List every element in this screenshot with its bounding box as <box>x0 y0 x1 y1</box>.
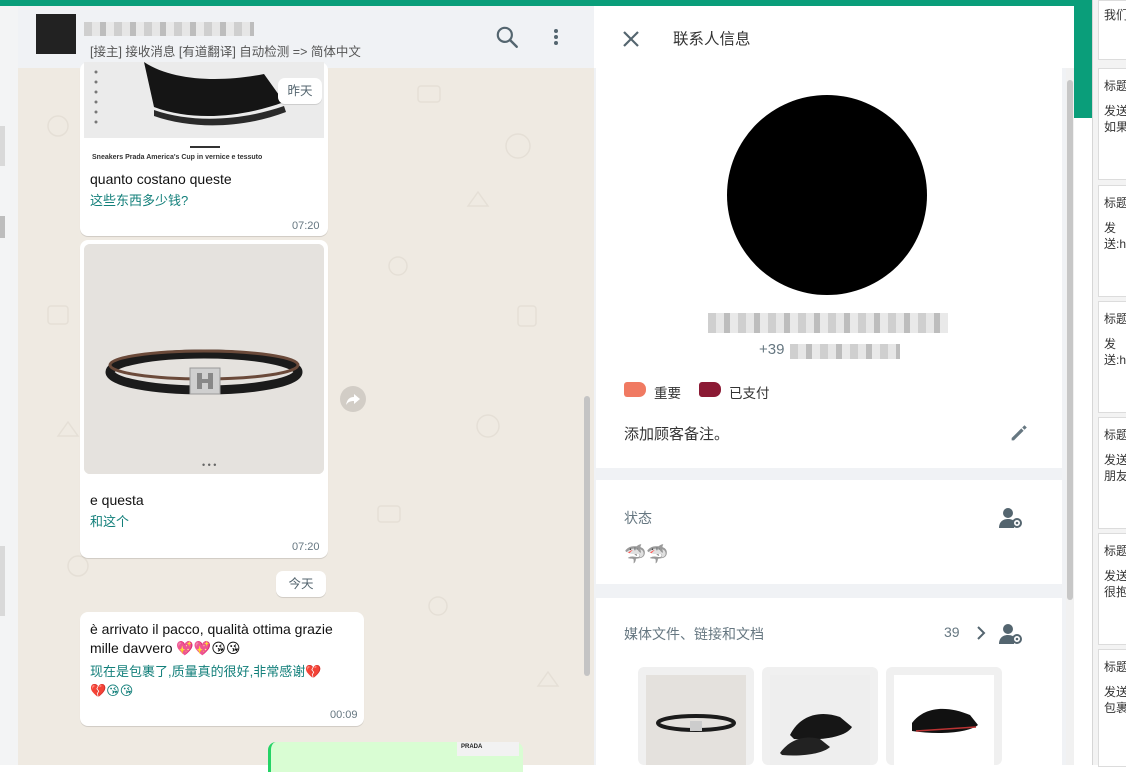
message-text-line2: mille davvero 💖💖😘😘 <box>90 640 241 656</box>
app-left-strip <box>0 6 19 765</box>
tag-paid-label[interactable]: 已支付 <box>729 382 770 402</box>
product-caption-strip: Sneakers Prada America's Cup in vernice … <box>84 138 324 164</box>
profile-phone-prefix: +39 <box>759 341 785 358</box>
left-strip-marker <box>0 546 5 616</box>
top-accent-bar <box>0 0 1092 6</box>
media-label[interactable]: 媒体文件、链接和文档 <box>624 624 764 644</box>
quick-reply-line: 朋友 <box>1104 469 1126 483</box>
status-card <box>596 480 1062 584</box>
message-bubble[interactable]: 昨天 Sneakers Prada America's Cup in verni… <box>80 62 328 236</box>
message-text: quanto costano queste <box>90 171 232 187</box>
contact-info-title: 联系人信息 <box>673 31 751 48</box>
pencil-icon[interactable] <box>1008 422 1030 444</box>
quick-reply-line: 发送 <box>1104 569 1126 583</box>
caption-divider <box>190 146 220 148</box>
chat-subtitle: [接主] 接收消息 [有道翻译] 自动检测 => 简体中文 <box>90 45 361 59</box>
date-chip-yesterday: 昨天 <box>278 78 322 104</box>
quick-reply-card[interactable]: 标题 发送 很抱 <box>1098 533 1126 645</box>
left-strip-marker <box>0 216 5 238</box>
quick-reply-line: 发 <box>1104 337 1117 351</box>
quick-reply-title: 标题 <box>1104 660 1126 674</box>
message-bubble[interactable]: è arrivato il pacco, qualità ottima graz… <box>80 612 364 726</box>
message-bubble[interactable]: • • • e questa 和这个 07:20 <box>80 240 328 558</box>
message-translation: 和这个 <box>90 514 130 529</box>
media-count[interactable]: 39 <box>944 624 960 640</box>
quick-reply-text: 我们 <box>1104 8 1126 22</box>
outgoing-message-bubble[interactable]: PRADA <box>268 742 523 772</box>
quick-reply-card[interactable]: 我们 <box>1098 0 1126 60</box>
quick-reply-line: 很抱 <box>1104 585 1126 599</box>
quick-reply-line: 送:h <box>1104 237 1126 251</box>
quick-reply-card[interactable]: 标题 发送 如果 <box>1098 68 1126 180</box>
tag-important-icon[interactable] <box>624 382 646 397</box>
message-time: 07:20 <box>292 220 320 232</box>
profile-avatar[interactable] <box>727 95 927 295</box>
info-scrollbar-thumb[interactable] <box>1067 80 1073 600</box>
message-time: 07:20 <box>292 541 320 553</box>
outgoing-image-thumb: PRADA <box>457 742 519 756</box>
quick-reply-title: 标题 <box>1104 544 1126 558</box>
more-vert-icon[interactable] <box>546 24 566 50</box>
quick-reply-line: 发 <box>1104 221 1117 235</box>
quick-reply-line: 如果 <box>1104 120 1126 134</box>
media-thumbnail-belt[interactable] <box>638 667 754 765</box>
media-thumbnail-sneaker-black[interactable] <box>886 667 1002 765</box>
message-translation: 这些东西多少钱? <box>90 193 189 208</box>
search-icon[interactable] <box>494 24 520 50</box>
status-label: 状态 <box>624 510 652 526</box>
chat-avatar[interactable] <box>36 14 76 54</box>
outgoing-image-label: PRADA <box>461 744 483 750</box>
forward-icon[interactable] <box>340 386 366 412</box>
quick-reply-line: 发送 <box>1104 453 1126 467</box>
tag-important-label[interactable]: 重要 <box>654 382 681 402</box>
message-image-belt[interactable]: • • • <box>84 244 324 474</box>
quick-reply-title: 标题 <box>1104 428 1126 442</box>
profile-phone-blurred <box>790 344 900 359</box>
message-text-line1: è arrivato il pacco, qualità ottima graz… <box>90 621 333 637</box>
quick-reply-line: 包裹 <box>1104 701 1126 715</box>
contact-info-header <box>594 6 1074 68</box>
quick-reply-line: 发送 <box>1104 685 1126 699</box>
image-pagination-dots: • • • <box>202 460 217 470</box>
message-time: 00:09 <box>330 709 358 721</box>
date-chip-today: 今天 <box>276 571 326 597</box>
media-thumbnail-sneaker[interactable] <box>762 667 878 765</box>
quick-reply-line: 发送 <box>1104 104 1126 118</box>
quick-reply-title: 标题 <box>1104 196 1126 210</box>
chat-scrollbar[interactable] <box>584 396 590 676</box>
quick-reply-line: 送:h <box>1104 353 1126 367</box>
quick-reply-card[interactable]: 标题 发 送:h <box>1098 185 1126 297</box>
person-gear-icon[interactable] <box>998 506 1024 530</box>
customer-note-field[interactable]: 添加顾客备注。 <box>624 423 729 444</box>
message-text: e questa <box>90 492 144 508</box>
person-gear-icon[interactable] <box>998 622 1024 646</box>
close-icon[interactable] <box>620 28 642 50</box>
accent-side-bar <box>1074 0 1092 118</box>
message-translation-line1: 现在是包裹了,质量真的很好,非常感谢💔 <box>90 664 322 679</box>
tag-paid-icon[interactable] <box>699 382 721 397</box>
profile-name-blurred <box>708 313 948 333</box>
left-strip-marker <box>0 126 5 166</box>
quick-reply-title: 标题 <box>1104 312 1126 326</box>
product-caption: Sneakers Prada America's Cup in vernice … <box>92 154 263 161</box>
quick-reply-card[interactable]: 标题 发 送:h <box>1098 301 1126 413</box>
status-value: 🦈🦈 <box>624 544 669 564</box>
quick-reply-card[interactable]: 标题 发送 包裹 <box>1098 649 1126 767</box>
chat-contact-name-blurred[interactable] <box>84 22 254 36</box>
chevron-right-icon[interactable] <box>974 624 988 642</box>
quick-reply-title: 标题 <box>1104 79 1126 93</box>
message-translation-line2: 💔😘😘 <box>90 683 134 698</box>
quick-reply-card[interactable]: 标题 发送 朋友 <box>1098 417 1126 529</box>
